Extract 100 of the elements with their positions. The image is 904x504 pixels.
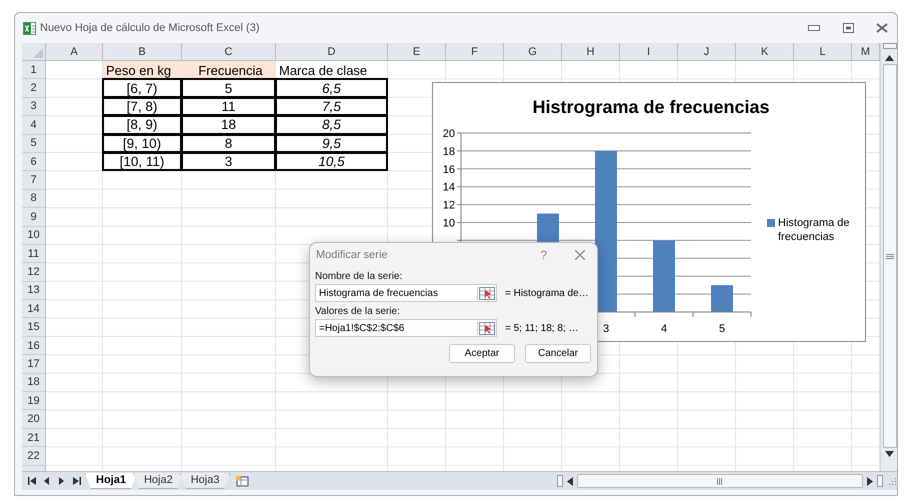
last-sheet-icon[interactable] xyxy=(73,477,81,485)
row-header[interactable]: 17 xyxy=(22,355,46,374)
first-sheet-icon[interactable] xyxy=(28,477,36,485)
split-handle-icon[interactable] xyxy=(557,475,563,487)
scroll-thumb[interactable] xyxy=(882,64,896,448)
row-header[interactable]: 11 xyxy=(22,244,46,264)
axis-label: 16 xyxy=(442,164,455,176)
dialog-title: Modificar serie xyxy=(316,249,389,261)
row-header[interactable]: 8 xyxy=(22,190,46,208)
axis-label: 4 xyxy=(660,323,668,335)
table-cell: [10, 11) xyxy=(102,152,182,172)
window-title: Nuevo Hoja de cálculo de Microsoft Excel (3) xyxy=(40,22,260,34)
legend-label: Histograma de frecuencias xyxy=(778,216,851,244)
axis-label: 10 xyxy=(442,218,455,230)
range-select-icon[interactable] xyxy=(479,286,495,300)
input-field[interactable]: Histograma de frecuencias xyxy=(315,284,497,302)
table-cell: [9, 10) xyxy=(102,134,182,153)
table-cell-text: Marca de clase xyxy=(278,62,368,80)
close-icon[interactable] xyxy=(876,23,888,33)
scroll-down-icon[interactable] xyxy=(885,451,894,457)
previous-sheet-icon[interactable] xyxy=(43,477,51,485)
row-header[interactable]: 21 xyxy=(22,428,46,448)
minimize-icon[interactable] xyxy=(808,25,820,31)
axis-label: 12 xyxy=(442,200,455,212)
column-header[interactable]: M xyxy=(852,43,880,61)
sheet-tab[interactable]: Hoja1 xyxy=(85,473,137,489)
column-header[interactable]: K xyxy=(736,43,794,61)
row-header[interactable]: 2 xyxy=(22,79,46,98)
column-header[interactable]: C xyxy=(182,43,276,61)
column-header[interactable]: H xyxy=(562,43,620,61)
axis-label: 14 xyxy=(442,182,455,194)
field-label: Nombre de la serie: xyxy=(315,271,404,282)
scroll-left-icon[interactable] xyxy=(567,476,573,486)
column-header[interactable]: D xyxy=(276,43,388,61)
table-cell: 5 xyxy=(181,78,276,98)
corner-triangle-icon xyxy=(33,48,43,58)
row-header[interactable]: 10 xyxy=(22,226,46,245)
row-header[interactable]: 3 xyxy=(22,98,46,116)
table-cell: [8, 9) xyxy=(102,115,182,135)
table-cell: 8 xyxy=(181,134,276,153)
scroll-right-icon[interactable] xyxy=(867,476,873,486)
column-header[interactable]: G xyxy=(504,43,562,61)
column-header[interactable]: I xyxy=(620,43,678,61)
new-sheet-icon[interactable] xyxy=(234,475,250,487)
column-header[interactable]: F xyxy=(446,43,504,61)
dialog-button[interactable]: Aceptar xyxy=(449,344,515,363)
axis-label: 18 xyxy=(442,146,455,158)
column-header[interactable]: A xyxy=(46,43,103,61)
row-header[interactable]: 15 xyxy=(22,318,46,337)
input-field[interactable]: =Hoja1!$C$2:$C$6 xyxy=(315,319,497,337)
scroll-up-icon[interactable] xyxy=(885,55,894,61)
row-header[interactable]: 22 xyxy=(22,447,46,466)
next-sheet-icon[interactable] xyxy=(58,477,66,485)
table-cell: [6, 7) xyxy=(102,78,182,98)
dialog-button[interactable]: Cancelar xyxy=(525,344,591,363)
row-header[interactable]: 12 xyxy=(22,263,46,282)
table-cell: 11 xyxy=(181,96,276,116)
histogram-bar xyxy=(711,285,733,312)
row-header[interactable]: 18 xyxy=(22,374,46,392)
row-header[interactable]: 14 xyxy=(22,300,46,318)
scroll-thumb[interactable] xyxy=(577,474,863,488)
row-header[interactable]: 7 xyxy=(22,171,46,190)
column-header[interactable]: J xyxy=(678,43,736,61)
split-handle-icon[interactable] xyxy=(882,43,896,49)
histogram-bar xyxy=(653,240,675,312)
value-preview: = Histograma de… xyxy=(505,288,589,298)
row-header[interactable]: 13 xyxy=(22,282,46,300)
column-header[interactable]: B xyxy=(103,43,182,61)
value-preview: = 5; 11; 18; 8; … xyxy=(505,322,578,334)
resize-grip-icon[interactable] xyxy=(887,476,897,486)
table-cell: [7, 8) xyxy=(102,96,182,116)
axis-label: 20 xyxy=(442,128,455,140)
axis-label: 3 xyxy=(602,323,610,335)
row-header[interactable]: 20 xyxy=(22,410,46,429)
split-handle-icon[interactable] xyxy=(877,475,883,487)
table-cell: 10,5 xyxy=(275,152,388,172)
table-cell: 6,5 xyxy=(275,78,388,98)
sheet-tab[interactable]: Hoja2 xyxy=(132,473,184,489)
table-cell: 7,5 xyxy=(275,96,388,116)
row-header[interactable]: 5 xyxy=(22,134,46,153)
table-cell: 18 xyxy=(181,115,276,135)
field-label: Valores de la serie: xyxy=(315,306,401,317)
row-header[interactable]: 19 xyxy=(22,392,46,410)
table-cell: Frecuencia xyxy=(182,61,276,80)
row-header[interactable]: 6 xyxy=(22,152,46,172)
table-cell: 8,5 xyxy=(275,115,388,135)
row-header[interactable]: 9 xyxy=(22,208,46,227)
table-cell: 3 xyxy=(181,152,276,172)
row-header[interactable]: 4 xyxy=(22,116,46,135)
restore-icon[interactable] xyxy=(842,23,854,33)
table-cell: Peso en kg xyxy=(103,61,182,80)
column-header[interactable]: E xyxy=(388,43,446,61)
sheet-tab[interactable]: Hoja3 xyxy=(180,473,230,489)
chart-title: Histrograma de frecuencias xyxy=(532,97,770,117)
range-select-icon[interactable] xyxy=(479,322,495,334)
spreadsheet-icon xyxy=(23,22,36,34)
close-icon[interactable] xyxy=(575,250,585,260)
row-header[interactable]: 1 xyxy=(22,61,46,80)
column-header[interactable]: L xyxy=(794,43,852,61)
row-header[interactable]: 16 xyxy=(22,336,46,356)
